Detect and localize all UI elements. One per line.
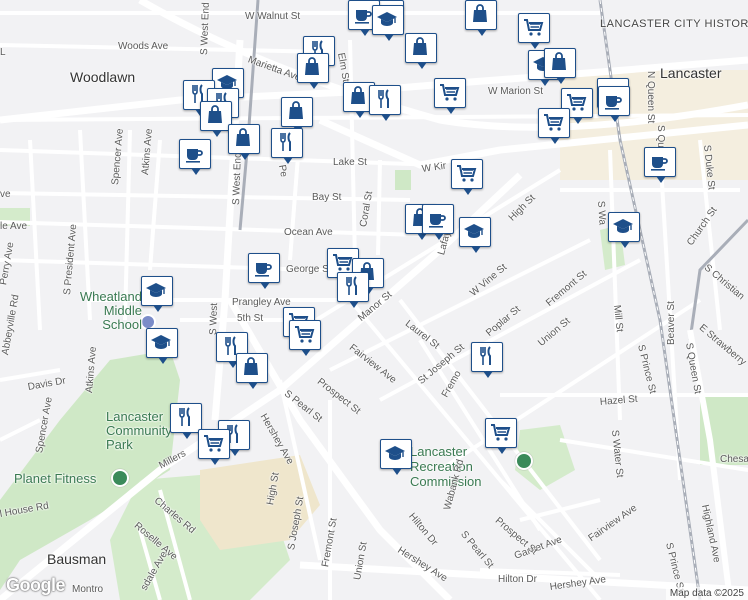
fitness-label: Planet Fitness: [14, 471, 97, 486]
bag-pin[interactable]: [544, 48, 576, 84]
street-label: Beaver St: [666, 301, 677, 345]
street-label: W Marion St: [488, 86, 544, 97]
coffee-pin[interactable]: [179, 139, 211, 175]
school-icon: [151, 335, 171, 349]
street-label: N Queen St: [645, 71, 656, 124]
bag-pin[interactable]: [405, 33, 437, 69]
school-icon: [385, 446, 405, 460]
street-label: Hilton Dr: [498, 574, 537, 585]
street-label: Pe: [276, 163, 290, 178]
restaurant-icon: [378, 89, 389, 108]
bag-pin[interactable]: [228, 124, 260, 160]
restaurant-icon: [346, 276, 357, 295]
school-icon: [377, 12, 397, 26]
map-attribution[interactable]: Map data ©2025: [665, 587, 748, 600]
cart-pin[interactable]: [518, 13, 550, 49]
school-pin[interactable]: [141, 276, 173, 312]
school-icon: [464, 224, 484, 238]
street-label: Woods Ave: [118, 41, 169, 52]
street-label: Mill St: [611, 304, 625, 333]
street-label: le Ave: [0, 221, 28, 232]
street-label: Montro: [72, 584, 104, 595]
street-label: S West: [208, 302, 221, 336]
cart-icon: [295, 326, 315, 343]
cart-pin[interactable]: [485, 418, 517, 454]
cart-icon: [204, 435, 224, 452]
street-label: L: [0, 47, 6, 58]
restaurant-pin[interactable]: [471, 342, 503, 378]
school-pin[interactable]: [459, 217, 491, 253]
cart-pin[interactable]: [451, 159, 483, 195]
coffee-icon: [651, 157, 668, 171]
bag-icon: [244, 357, 258, 375]
school-label: Wheatland Middle School: [79, 289, 142, 332]
street-label: W Walnut St: [245, 11, 301, 22]
restaurant-pin[interactable]: [369, 85, 401, 121]
school-pin[interactable]: [380, 439, 412, 475]
coffee-pin[interactable]: [598, 86, 630, 122]
street-label: Bay St: [312, 192, 342, 203]
restaurant-pin[interactable]: [337, 272, 369, 308]
shopping-pin[interactable]: [465, 0, 497, 36]
bag-pin[interactable]: [200, 101, 232, 137]
cart-icon: [333, 254, 353, 271]
cart-icon: [544, 114, 564, 131]
street-label: Lake St: [333, 157, 367, 168]
school-pin[interactable]: [372, 5, 404, 41]
cart-pin[interactable]: [289, 320, 321, 356]
street-label: George St: [286, 264, 332, 275]
restaurant-icon: [280, 132, 291, 151]
bag-pin[interactable]: [297, 53, 329, 89]
street-label: S Wa: [595, 200, 608, 226]
bag-icon: [413, 37, 427, 55]
park-marker[interactable]: [111, 469, 129, 487]
district-label: LANCASTER CITY HISTORIC DISTRICT: [600, 18, 748, 30]
restaurant-pin[interactable]: [170, 403, 202, 439]
street-label: S West End: [231, 152, 244, 206]
street-label: ve: [0, 189, 11, 200]
restaurant-icon: [179, 407, 190, 426]
coffee-pin[interactable]: [422, 204, 454, 240]
school-pin[interactable]: [146, 328, 178, 364]
cart-icon: [491, 424, 511, 441]
coffee-icon: [429, 214, 446, 228]
bag-icon: [305, 57, 319, 75]
bag-icon: [236, 128, 250, 146]
bag-icon: [289, 101, 303, 119]
street-label: Prangley Ave: [232, 297, 291, 308]
street-label: S West End: [199, 2, 212, 56]
coffee-pin[interactable]: [644, 147, 676, 183]
neighborhood-label: Bausman: [47, 551, 107, 567]
school-icon: [146, 283, 166, 297]
neighborhood-label: Woodlawn: [70, 69, 136, 85]
google-logo: Google: [6, 575, 66, 595]
restaurant-pin[interactable]: [271, 128, 303, 164]
bag-pin[interactable]: [281, 97, 313, 133]
shopping-icon: [473, 4, 487, 22]
street-label: Chesa: [720, 454, 748, 465]
cart-pin[interactable]: [198, 429, 230, 465]
cart-pin[interactable]: [434, 78, 466, 114]
restaurant-icon: [480, 346, 491, 365]
bag-icon: [552, 52, 566, 70]
neighborhood-label: Lancaster: [660, 65, 722, 81]
coffee-pin[interactable]: [248, 253, 280, 289]
bag-pin[interactable]: [236, 353, 268, 389]
cart-icon: [440, 84, 460, 101]
cart-icon: [524, 19, 544, 36]
bag-icon: [351, 86, 365, 104]
coffee-icon: [605, 96, 622, 110]
cart-pin[interactable]: [538, 108, 570, 144]
street-label: 5th St: [237, 313, 264, 324]
bag-icon: [208, 105, 222, 123]
cart-icon: [457, 165, 477, 182]
coffee-icon: [186, 149, 203, 163]
coffee-icon: [255, 263, 272, 277]
school-pin[interactable]: [608, 212, 640, 248]
school-icon: [613, 219, 633, 233]
map-canvas[interactable]: Woodlawn Bausman Lancaster LANCASTER CIT…: [0, 0, 748, 600]
street-label: Ocean Ave: [284, 227, 333, 238]
